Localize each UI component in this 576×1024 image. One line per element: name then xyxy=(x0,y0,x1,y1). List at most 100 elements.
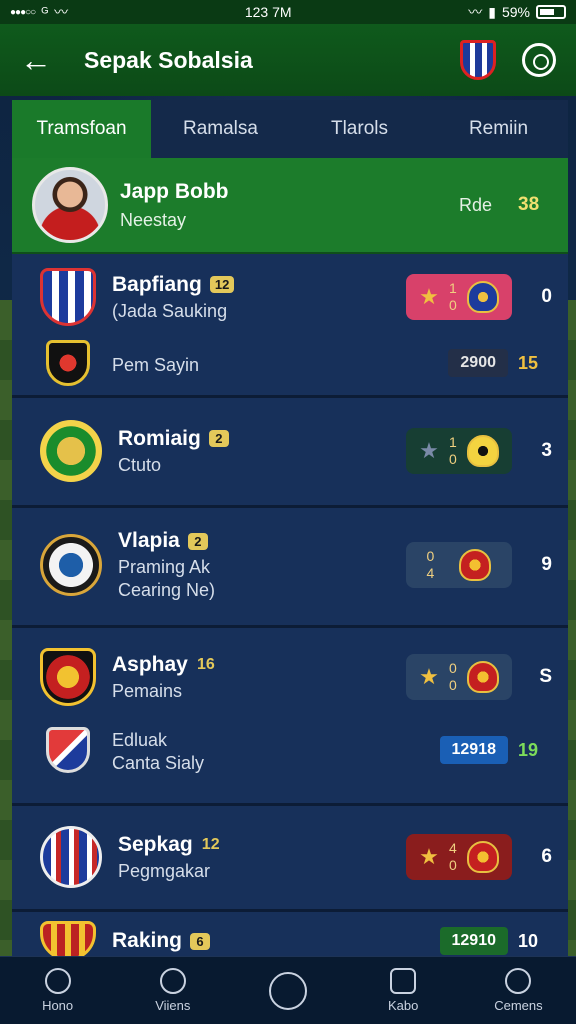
row-value: 9 xyxy=(541,554,552,575)
clock: 123 7M xyxy=(244,4,292,20)
nav-views[interactable]: Viiens xyxy=(115,957,230,1024)
list-item[interactable]: Sepkag 12 Pegmgakar ★ 40 6 xyxy=(12,806,568,912)
match-box[interactable]: ★ 40 xyxy=(406,834,512,880)
match-score-top: 1 xyxy=(448,434,457,450)
match-box[interactable]: ★ 00 xyxy=(406,654,512,700)
team-crest-icon xyxy=(46,340,90,386)
team-crest-icon xyxy=(46,727,90,773)
team-badge: 2 xyxy=(208,430,229,447)
status-bar: ●●●○○ ᴳ 〰 123 7M 〰 ▮ 59% xyxy=(0,0,576,24)
match-score-bottom: 0 xyxy=(448,297,457,313)
nav-center[interactable] xyxy=(230,957,345,1024)
team-subtitle: Praming Ak xyxy=(118,557,211,577)
tab-bar: Tramsfoan Ramalsa Tlarols Remiin xyxy=(12,100,568,158)
bottom-navigation: Hono Viiens Kabo Cemens xyxy=(0,956,576,1024)
app-header: ← Sepak Sobalsia xyxy=(0,24,576,96)
opponent-crest-icon xyxy=(466,841,499,873)
match-box[interactable]: ★ 10 xyxy=(406,274,512,320)
nav-comments[interactable]: Cemens xyxy=(461,957,576,1024)
star-icon: ★ xyxy=(419,664,439,689)
battery-icon xyxy=(535,5,566,19)
match-score-bottom: 0 xyxy=(448,451,457,467)
match-score-bottom: 4 xyxy=(426,565,435,581)
person-icon xyxy=(159,968,186,994)
back-arrow-icon[interactable]: ← xyxy=(20,42,60,79)
wifi-icon: 〰 xyxy=(54,4,69,20)
club-crest-icon[interactable] xyxy=(460,40,496,80)
team-crest-icon xyxy=(40,268,96,326)
nav-kabo[interactable]: Kabo xyxy=(346,957,461,1024)
row-value: 3 xyxy=(541,440,552,461)
search-home-icon xyxy=(44,968,71,994)
row-value: 15 xyxy=(518,352,539,373)
team-badge: 2 xyxy=(187,532,208,550)
nav-label: Kabo xyxy=(388,998,419,1013)
row-value: 0 xyxy=(541,286,552,307)
list-item[interactable]: Bapfiang 12 (Jada Sauking ★ 10 0 Pem Sayi… xyxy=(12,254,568,398)
cell-signal-icon: ▮ xyxy=(488,3,496,20)
match-score-bottom: 0 xyxy=(448,677,457,693)
nav-label: Hono xyxy=(42,998,74,1013)
row-value: 10 xyxy=(518,930,539,951)
team-badge: 12 xyxy=(201,835,220,853)
match-box[interactable]: ★ 10 xyxy=(406,428,512,474)
star-icon: ★ xyxy=(419,438,439,463)
team-badge: 16 xyxy=(196,655,215,673)
team-subtitle: Edluak xyxy=(112,730,168,750)
team-crest-icon xyxy=(40,826,102,888)
team-subtitle: Pemains xyxy=(112,680,183,701)
opponent-crest-icon xyxy=(459,549,492,581)
chat-icon xyxy=(505,968,532,994)
opponent-crest-icon xyxy=(466,281,499,313)
player-card[interactable]: Japp Bobb Neestay Rde 38 xyxy=(12,158,568,254)
list-item[interactable]: Romiaig 2 Ctuto ★ 10 3 xyxy=(12,398,568,508)
team-crest-icon xyxy=(40,648,96,706)
player-label: Rde xyxy=(458,194,492,215)
row-value: 6 xyxy=(541,846,552,867)
tab-transfers[interactable]: Tramsfoan xyxy=(12,100,151,158)
star-icon: ★ xyxy=(419,844,439,869)
player-subtitle: Neestay xyxy=(120,209,187,230)
team-name: Bapfiang xyxy=(112,272,202,296)
nav-home[interactable]: Hono xyxy=(0,957,115,1024)
fee-pill: 12918 xyxy=(439,736,508,764)
transfer-list: Japp Bobb Neestay Rde 38 Bapfiang 12 (Jad… xyxy=(12,158,568,972)
tab-second[interactable]: Ramalsa xyxy=(151,100,290,158)
team-name: Raking xyxy=(112,929,183,952)
battery-percent: 59% xyxy=(501,4,530,20)
team-subtitle: Pegmgakar xyxy=(118,860,211,881)
circle-icon xyxy=(269,971,307,1010)
match-box[interactable]: 04 xyxy=(406,542,512,588)
row-value: 19 xyxy=(518,739,539,760)
match-score-top: 0 xyxy=(426,548,435,564)
wifi-icon: 〰 xyxy=(468,4,483,20)
opponent-crest-icon xyxy=(466,435,499,467)
player-value: 38 xyxy=(518,194,540,215)
team-crest-icon xyxy=(40,420,102,482)
fee-pill: 12910 xyxy=(439,927,508,955)
board-icon xyxy=(390,968,417,994)
team-subtitle: (Jada Sauking xyxy=(112,300,228,321)
row-value: S xyxy=(539,666,552,687)
nav-label: Viiens xyxy=(155,998,191,1013)
team-name: Asphay xyxy=(112,652,188,676)
settings-gear-icon[interactable] xyxy=(522,43,556,77)
match-score-top: 0 xyxy=(448,660,457,676)
player-name: Japp Bobb xyxy=(120,179,229,203)
team-badge: 12 xyxy=(209,276,235,293)
fee-pill: 2900 xyxy=(448,349,508,377)
team-subtitle-2: Canta Sialy xyxy=(112,753,205,773)
tab-fourth[interactable]: Remiin xyxy=(429,100,568,158)
page-title: Sepak Sobalsia xyxy=(84,46,253,73)
list-item[interactable]: Vlapia 2 Praming Ak Cearing Ne) 04 9 xyxy=(12,508,568,628)
opponent-crest-icon xyxy=(466,661,499,693)
team-name: Romiaig xyxy=(118,426,201,450)
signal-dots-icon: ●●●○○ xyxy=(10,6,36,18)
list-item[interactable]: Asphay 16 Pemains ★ 00 S Edluak Canta Sia… xyxy=(12,628,568,806)
tab-third[interactable]: Tlarols xyxy=(290,100,429,158)
team-crest-icon xyxy=(40,534,102,596)
nav-label: Cemens xyxy=(494,998,543,1013)
match-score-top: 4 xyxy=(448,840,457,856)
team-name: Sepkag xyxy=(118,832,193,856)
team-subtitle: Pem Sayin xyxy=(112,354,200,375)
